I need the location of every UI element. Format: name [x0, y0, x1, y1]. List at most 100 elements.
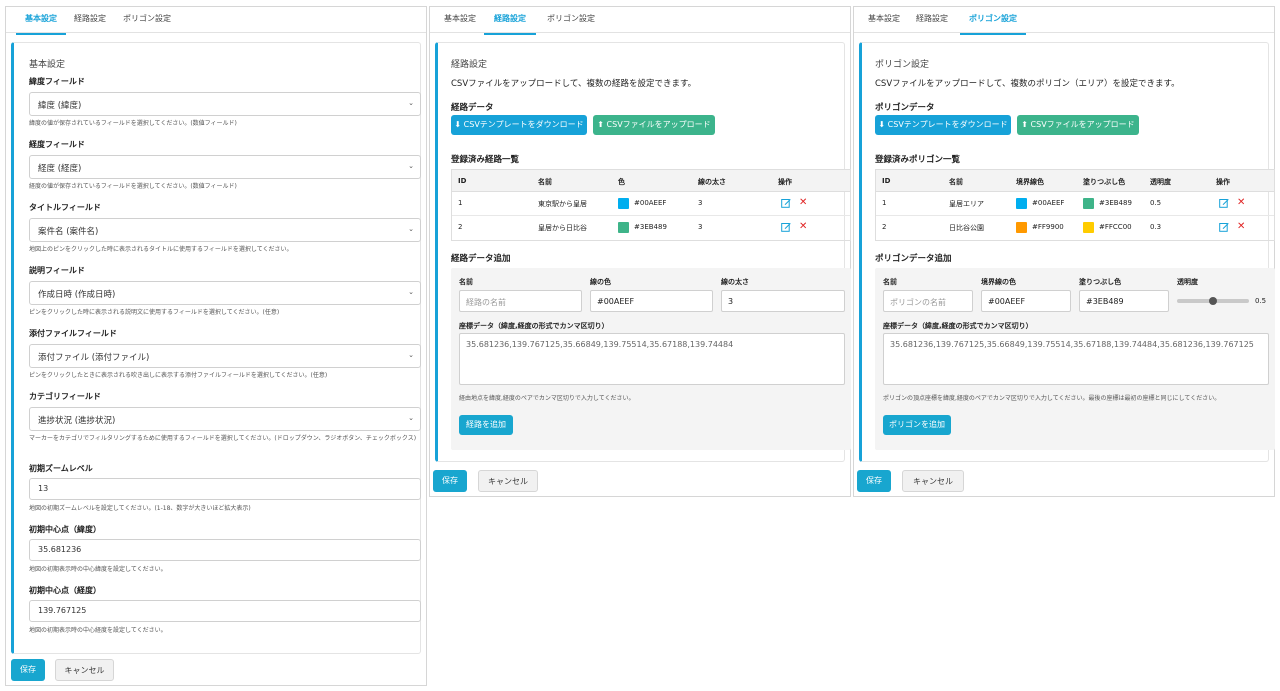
tab-polygon-settings[interactable]: ポリゴン設定 [960, 13, 1026, 35]
coords-textarea[interactable]: 35.681236,139.767125,35.66849,139.75514,… [883, 333, 1269, 385]
longitude-field-select[interactable]: 経度 (経度) ⌄ [29, 155, 421, 179]
cancel-button[interactable]: キャンセル [902, 470, 964, 492]
fill-color-swatch [1083, 222, 1094, 233]
center-latitude-input[interactable]: 35.681236 [29, 539, 421, 561]
polygon-data-heading: ポリゴンデータ [875, 103, 935, 113]
route-name-input[interactable]: 経路の名前 [459, 290, 582, 312]
save-button[interactable]: 保存 [857, 470, 891, 492]
border-color-swatch [1016, 222, 1027, 233]
fill-color-input[interactable]: #3EB489 [1079, 290, 1169, 312]
csv-upload-button[interactable]: ⬆ CSVファイルをアップロード [593, 115, 715, 135]
name-label: 名前 [459, 278, 473, 286]
tab-route-settings[interactable]: 経路設定 [484, 13, 536, 35]
longitude-field-help: 経度の値が保存されているフィールドを選択してください。(数値フィールド) [29, 183, 237, 190]
line-color-input[interactable]: #00AEEF [590, 290, 713, 312]
column-actions: 操作 [1216, 178, 1230, 186]
row-color: #3EB489 [634, 223, 667, 231]
attachment-field-select[interactable]: 添付ファイル (添付ファイル) ⌄ [29, 344, 421, 368]
delete-icon[interactable]: ✕ [799, 197, 807, 208]
center-longitude-label: 初期中心点（経度） [29, 586, 101, 595]
row-fill-color: #FFCC00 [1099, 223, 1132, 231]
attachment-field-label: 添付ファイルフィールド [29, 329, 117, 338]
chevron-down-icon: ⌄ [408, 225, 414, 233]
tab-route-settings[interactable]: 経路設定 [912, 13, 952, 33]
edit-icon[interactable] [781, 198, 791, 208]
row-border-color: #FF9900 [1032, 223, 1064, 231]
csv-template-download-button[interactable]: ⬇ CSVテンプレートをダウンロード [875, 115, 1011, 135]
tab-route-settings[interactable]: 経路設定 [68, 13, 112, 33]
zoom-level-help: 地図の初期ズームレベルを設定してください。(1-18、数字が大きいほど拡大表示) [29, 505, 251, 512]
chevron-down-icon: ⌄ [408, 162, 414, 170]
row-id: 2 [458, 223, 463, 231]
row-width: 3 [698, 199, 703, 207]
table-row: 1 東京駅から皇居 #00AEEF 3 ✕ [452, 192, 850, 216]
row-id: 1 [882, 199, 887, 207]
polygon-settings-panel: 基本設定 経路設定 ポリゴン設定 ポリゴン設定 CSVファイルをアップロードして… [853, 6, 1275, 497]
line-width-label: 線の太さ [721, 278, 749, 286]
route-settings-panel: 基本設定 経路設定 ポリゴン設定 経路設定 CSVファイルをアップロードして、複… [429, 6, 851, 497]
add-polygon-form: 名前 ポリゴンの名前 境界線の色 #00AEEF 塗りつぶし色 #3EB489 … [875, 268, 1275, 450]
row-name: 皇居エリア [949, 200, 984, 208]
opacity-slider-handle[interactable] [1209, 297, 1217, 305]
coords-textarea[interactable]: 35.681236,139.767125,35.66849,139.75514,… [459, 333, 845, 385]
category-field-select[interactable]: 進捗状況 (進捗状況) ⌄ [29, 407, 421, 431]
opacity-value: 0.5 [1255, 297, 1267, 305]
add-polygon-button[interactable]: ポリゴンを追加 [883, 415, 951, 435]
edit-icon[interactable] [1219, 222, 1229, 232]
column-id: ID [458, 177, 467, 185]
cancel-button[interactable]: キャンセル [478, 470, 538, 492]
row-border-color: #00AEEF [1032, 199, 1065, 207]
edit-icon[interactable] [1219, 198, 1229, 208]
save-button[interactable]: 保存 [433, 470, 467, 492]
latitude-field-select[interactable]: 緯度 (緯度) ⌄ [29, 92, 421, 116]
upload-icon: ⬆ [597, 120, 604, 129]
save-button[interactable]: 保存 [11, 659, 45, 681]
color-swatch [618, 222, 629, 233]
border-color-label: 境界線の色 [981, 278, 1016, 286]
tab-basic-settings[interactable]: 基本設定 [16, 13, 66, 35]
csv-upload-button[interactable]: ⬆ CSVファイルをアップロード [1017, 115, 1139, 135]
title-field-select[interactable]: 案件名 (案件名) ⌄ [29, 218, 421, 242]
zoom-level-label: 初期ズームレベル [29, 464, 93, 473]
delete-icon[interactable]: ✕ [1237, 197, 1245, 208]
latitude-field-label: 緯度フィールド [29, 77, 85, 86]
basic-settings-card: 基本設定 緯度フィールド 緯度 (緯度) ⌄ 緯度の値が保存されているフィールドを… [11, 42, 421, 654]
tab-polygon-settings[interactable]: ポリゴン設定 [540, 13, 602, 33]
tab-basic-settings[interactable]: 基本設定 [864, 13, 904, 33]
add-route-heading: 経路データ追加 [451, 254, 511, 264]
csv-template-download-button[interactable]: ⬇ CSVテンプレートをダウンロード [451, 115, 587, 135]
center-longitude-input[interactable]: 139.767125 [29, 600, 421, 622]
edit-icon[interactable] [781, 222, 791, 232]
description-field-label: 説明フィールド [29, 266, 85, 275]
add-polygon-heading: ポリゴンデータ追加 [875, 254, 952, 264]
row-color: #00AEEF [634, 199, 667, 207]
polygon-description: CSVファイルをアップロードして、複数のポリゴン（エリア）を設定できます。 [875, 79, 1180, 89]
delete-icon[interactable]: ✕ [1237, 221, 1245, 232]
route-data-heading: 経路データ [451, 103, 494, 113]
description-field-select[interactable]: 作成日時 (作成日時) ⌄ [29, 281, 421, 305]
center-latitude-help: 地図の初期表示時の中心緯度を設定してください。 [29, 566, 167, 573]
category-field-label: カテゴリフィールド [29, 392, 101, 401]
cancel-button[interactable]: キャンセル [55, 659, 114, 681]
column-actions: 操作 [778, 178, 792, 186]
tab-polygon-settings[interactable]: ポリゴン設定 [116, 13, 178, 33]
line-width-input[interactable]: 3 [721, 290, 845, 312]
route-description: CSVファイルをアップロードして、複数の経路を設定できます。 [451, 79, 697, 89]
row-name: 日比谷公園 [949, 224, 984, 232]
coords-help: 経由地点を緯度,経度のペアでカンマ区切りで入力してください。 [459, 395, 635, 402]
center-latitude-label: 初期中心点（緯度） [29, 525, 101, 534]
polygon-name-input[interactable]: ポリゴンの名前 [883, 290, 973, 312]
route-settings-card: 経路設定 CSVファイルをアップロードして、複数の経路を設定できます。 経路デー… [435, 42, 851, 462]
delete-icon[interactable]: ✕ [799, 221, 807, 232]
add-route-button[interactable]: 経路を追加 [459, 415, 513, 435]
center-longitude-help: 地図の初期表示時の中心経度を設定してください。 [29, 627, 167, 634]
tab-basic-settings[interactable]: 基本設定 [440, 13, 480, 33]
chevron-down-icon: ⌄ [408, 288, 414, 296]
fill-color-label: 塗りつぶし色 [1079, 278, 1122, 286]
add-route-form: 名前 経路の名前 線の色 #00AEEF 線の太さ 3 座標データ（緯度,経度の… [451, 268, 851, 450]
zoom-level-input[interactable]: 13 [29, 478, 421, 500]
border-color-swatch [1016, 198, 1027, 209]
name-label: 名前 [883, 278, 897, 286]
row-opacity: 0.5 [1150, 199, 1162, 207]
border-color-input[interactable]: #00AEEF [981, 290, 1071, 312]
